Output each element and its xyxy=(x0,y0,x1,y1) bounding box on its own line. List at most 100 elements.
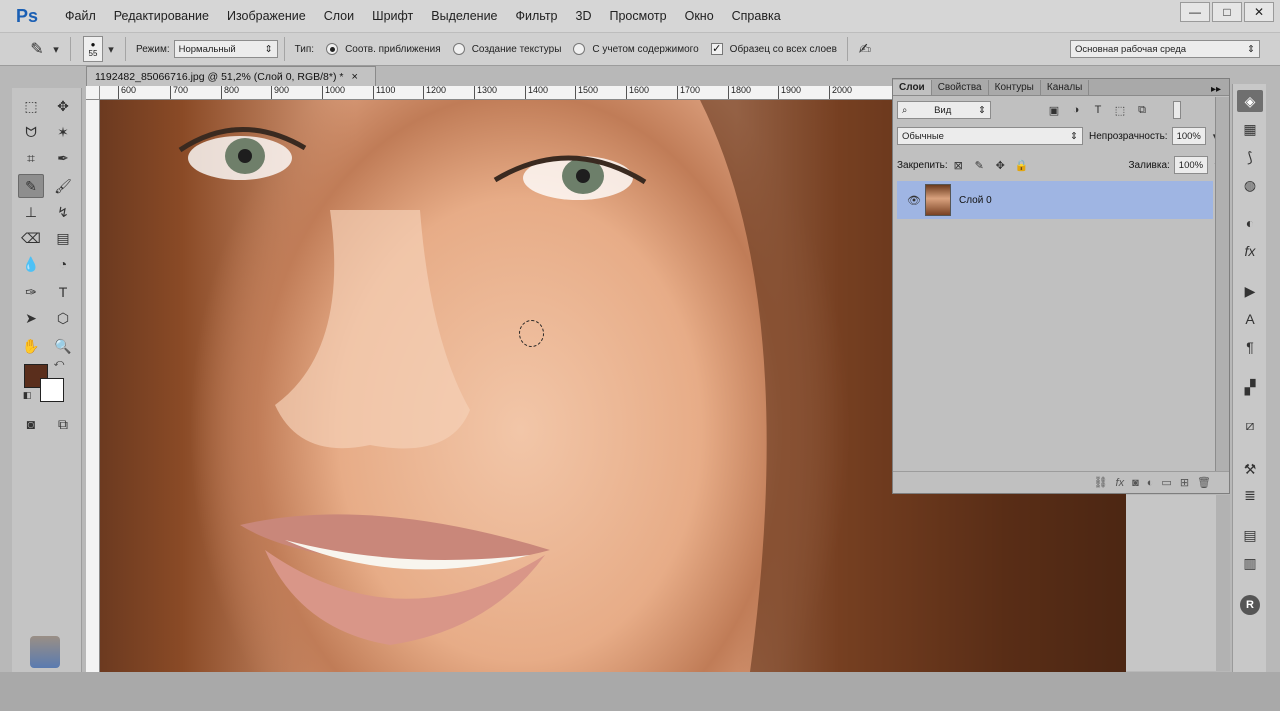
close-document-icon[interactable]: × xyxy=(351,71,357,83)
filter-pixel-icon[interactable]: ▣ xyxy=(1047,103,1061,117)
menu-select[interactable]: Выделение xyxy=(431,9,497,23)
fx-dock-icon[interactable]: fx xyxy=(1237,240,1263,262)
mode-select[interactable]: Нормальный ⇕ xyxy=(173,40,278,58)
menu-file[interactable]: Файл xyxy=(65,9,96,23)
eraser-tool-icon[interactable]: ⌫ xyxy=(18,226,44,250)
stickers-logo xyxy=(30,636,60,668)
new-layer-icon[interactable]: ⊞ xyxy=(1180,476,1189,489)
tab-layers[interactable]: Слои xyxy=(893,80,932,95)
lasso-tool-icon[interactable]: ᗢ xyxy=(18,120,44,144)
actions-dock-icon[interactable]: ▶ xyxy=(1237,280,1263,302)
plugin-r-icon[interactable]: R xyxy=(1237,594,1263,616)
filter-type-icon[interactable]: T xyxy=(1091,103,1105,117)
blur-tool-icon[interactable]: 💧 xyxy=(18,252,44,276)
tab-paths[interactable]: Контуры xyxy=(989,80,1041,95)
layers-dock-icon[interactable]: ◈ xyxy=(1237,90,1263,112)
opacity-input[interactable]: 100% xyxy=(1171,127,1206,145)
notes-dock-icon[interactable]: ▤ xyxy=(1237,524,1263,546)
document-tab[interactable]: 1192482_85066716.jpg @ 51,2% (Слой 0, RG… xyxy=(86,66,376,86)
fill-input[interactable]: 100% xyxy=(1173,156,1208,174)
paragraph-dock-icon[interactable]: ¶ xyxy=(1237,336,1263,358)
styles-dock-icon[interactable]: ◐ xyxy=(1237,212,1263,234)
fx-icon[interactable]: fx xyxy=(1116,477,1125,489)
menu-edit[interactable]: Редактирование xyxy=(114,9,209,23)
swatches-dock-icon[interactable]: ▞ xyxy=(1237,376,1263,398)
menu-filter[interactable]: Фильтр xyxy=(516,9,558,23)
canvas-scrollbar[interactable] xyxy=(1216,495,1230,671)
pen-tool-icon[interactable]: ✑ xyxy=(18,280,44,304)
paths-dock-icon[interactable]: ⟆ xyxy=(1237,146,1263,168)
filter-shape-icon[interactable]: ⬚ xyxy=(1113,103,1127,117)
brush-presets-dock-icon[interactable]: ≣ xyxy=(1237,484,1263,506)
panel-scrollbar[interactable] xyxy=(1215,97,1229,471)
adjustments-dock-icon[interactable]: ◍ xyxy=(1237,174,1263,196)
blend-mode-select[interactable]: Обычные ⇕ xyxy=(897,127,1083,145)
shape-tool-icon[interactable]: ⬡ xyxy=(50,306,76,330)
background-color-swatch[interactable] xyxy=(40,378,64,402)
screen-mode-icon[interactable]: ⧉ xyxy=(50,412,76,436)
radio-texture[interactable] xyxy=(452,43,465,55)
restore-button[interactable]: □ xyxy=(1212,2,1242,22)
trash-icon[interactable]: 🗑 xyxy=(1197,476,1211,489)
tool-presets-dock-icon[interactable]: ⚒ xyxy=(1237,458,1263,480)
pressure-size-icon[interactable]: ✍ xyxy=(858,41,872,58)
menu-view[interactable]: Просмотр xyxy=(610,9,667,23)
ruler-tick: 1300 xyxy=(474,86,497,99)
eye-icon[interactable]: 👁 xyxy=(907,193,921,207)
lock-transparency-icon[interactable]: ⊠ xyxy=(952,158,965,172)
radio-content-aware[interactable] xyxy=(573,43,586,55)
character-dock-icon[interactable]: A xyxy=(1237,308,1263,330)
minimize-button[interactable]: — xyxy=(1180,2,1210,22)
menu-layers[interactable]: Слои xyxy=(324,9,354,23)
spot-healing-tool-icon[interactable]: ✎ xyxy=(18,174,44,198)
close-button[interactable]: ✕ xyxy=(1244,2,1274,22)
menu-help[interactable]: Справка xyxy=(732,9,781,23)
radio-proximity[interactable] xyxy=(326,43,339,55)
filter-adjustment-icon[interactable]: ◑ xyxy=(1069,103,1083,117)
gradient-tool-icon[interactable]: ▤ xyxy=(50,226,76,250)
clone-stamp-tool-icon[interactable]: ⊥ xyxy=(18,200,44,224)
panel-menu-icon[interactable]: ▸▸ xyxy=(1203,84,1229,95)
crop-tool-icon[interactable]: ⌗ xyxy=(18,146,44,170)
default-colors-icon[interactable]: ◧ xyxy=(20,388,34,402)
brush-picker-arrow-icon[interactable]: ▾ xyxy=(107,42,115,56)
filter-smart-object-icon[interactable]: ⧉ xyxy=(1135,103,1149,117)
zoom-tool-icon[interactable]: 🔍 xyxy=(50,334,76,358)
sample-all-layers-checkbox[interactable]: ✓ xyxy=(710,43,723,55)
history-brush-tool-icon[interactable]: ↯ xyxy=(50,200,76,224)
tool-preset-arrow-icon[interactable]: ▾ xyxy=(52,42,60,56)
new-group-icon[interactable]: ▭ xyxy=(1161,476,1171,489)
lock-all-icon[interactable]: 🔒 xyxy=(1015,158,1029,172)
adjustment-layer-icon[interactable]: ◐ xyxy=(1147,477,1154,489)
filter-toggle[interactable] xyxy=(1173,101,1181,119)
move-tool-icon[interactable]: ✥ xyxy=(50,94,76,118)
menu-image[interactable]: Изображение xyxy=(227,9,306,23)
menu-window[interactable]: Окно xyxy=(685,9,714,23)
clone-source-dock-icon[interactable]: ⧄ xyxy=(1237,414,1263,436)
lock-position-icon[interactable]: ✥ xyxy=(994,158,1007,172)
info-dock-icon[interactable]: ▥ xyxy=(1237,552,1263,574)
spot-healing-brush-icon[interactable]: ✎ xyxy=(30,41,44,58)
type-tool-icon[interactable]: T xyxy=(50,280,76,304)
link-layers-icon[interactable]: ⛓ xyxy=(1094,476,1108,489)
magic-wand-tool-icon[interactable]: ✶ xyxy=(50,120,76,144)
workspace-select[interactable]: Основная рабочая среда ⇕ xyxy=(1070,40,1260,58)
dodge-tool-icon[interactable]: ◔ xyxy=(50,252,76,276)
tab-channels[interactable]: Каналы xyxy=(1041,80,1090,95)
marquee-tool-icon[interactable]: ⬚ xyxy=(18,94,44,118)
layer-row[interactable]: 👁 Слой 0 xyxy=(897,181,1213,219)
brush-tool-icon[interactable]: 🖌 xyxy=(50,174,76,198)
lock-pixels-icon[interactable]: ✎ xyxy=(973,158,986,172)
menu-type[interactable]: Шрифт xyxy=(372,9,413,23)
quick-mask-icon[interactable]: ◙ xyxy=(18,412,44,436)
path-selection-tool-icon[interactable]: ➤ xyxy=(18,306,44,330)
add-mask-icon[interactable]: ◙ xyxy=(1132,477,1139,489)
brush-size-picker[interactable]: ● 55 xyxy=(83,36,103,62)
menu-3d[interactable]: 3D xyxy=(576,9,592,23)
eyedropper-tool-icon[interactable]: ✒ xyxy=(50,146,76,170)
hand-tool-icon[interactable]: ✋ xyxy=(18,334,44,358)
tab-properties[interactable]: Свойства xyxy=(932,80,989,95)
swap-colors-icon[interactable]: ⤺ xyxy=(52,356,66,370)
channels-dock-icon[interactable]: ▦ xyxy=(1237,118,1263,140)
layer-filter-select[interactable]: ⌕ Вид ⇕ xyxy=(897,101,991,119)
